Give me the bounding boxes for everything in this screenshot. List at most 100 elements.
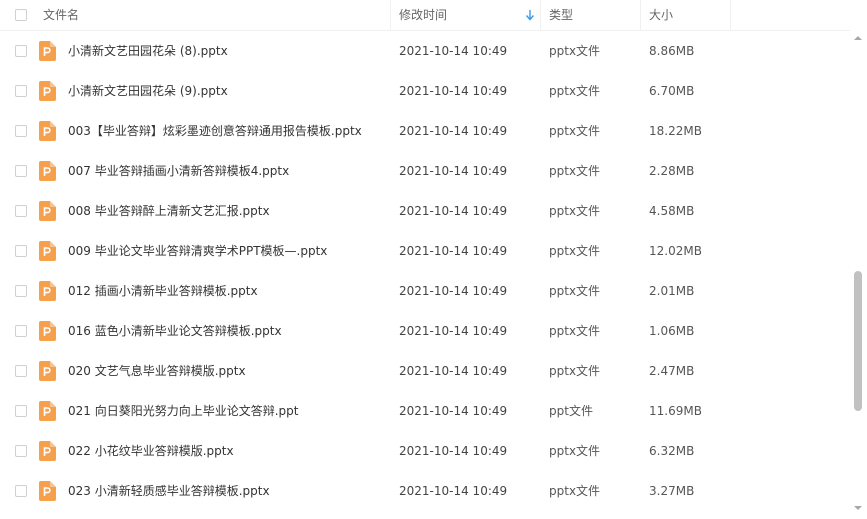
file-modified-date: 2021-10-14 10:49 <box>399 244 508 258</box>
file-name[interactable]: 小清新文艺田园花朵 (9).pptx <box>68 71 228 111</box>
row-checkbox[interactable] <box>15 365 27 377</box>
file-size: 18.22MB <box>649 124 702 138</box>
table-header: 文件名 修改时间 类型 大小 <box>0 0 850 31</box>
column-header-modified[interactable]: 修改时间 <box>399 0 447 30</box>
column-divider[interactable] <box>640 0 641 30</box>
presentation-file-icon <box>39 401 56 421</box>
file-modified-date: 2021-10-14 10:49 <box>399 44 508 58</box>
file-type: pptx文件 <box>549 484 601 498</box>
table-row[interactable]: 012 插画小清新毕业答辩模板.pptx 2021-10-14 10:49 pp… <box>0 271 850 311</box>
file-name[interactable]: 022 小花纹毕业答辩模版.pptx <box>68 431 234 471</box>
file-type: pptx文件 <box>549 124 601 138</box>
file-size: 12.02MB <box>649 244 702 258</box>
file-size: 8.86MB <box>649 44 695 58</box>
row-checkbox[interactable] <box>15 85 27 97</box>
file-modified-date: 2021-10-14 10:49 <box>399 164 508 178</box>
presentation-file-icon <box>39 321 56 341</box>
file-modified-date: 2021-10-14 10:49 <box>399 484 508 498</box>
table-row[interactable]: 020 文艺气息毕业答辩模版.pptx 2021-10-14 10:49 ppt… <box>0 351 850 391</box>
table-row[interactable]: 007 毕业答辩插画小清新答辩模板4.pptx 2021-10-14 10:49… <box>0 151 850 191</box>
file-size: 6.32MB <box>649 444 695 458</box>
file-type: ppt文件 <box>549 404 593 418</box>
row-checkbox[interactable] <box>15 485 27 497</box>
table-row[interactable]: 008 毕业答辩醉上清新文艺汇报.pptx 2021-10-14 10:49 p… <box>0 191 850 231</box>
file-name[interactable]: 小清新文艺田园花朵 (8).pptx <box>68 31 228 71</box>
presentation-file-icon <box>39 241 56 261</box>
row-checkbox[interactable] <box>15 405 27 417</box>
file-rows: 小清新文艺田园花朵 (8).pptx 2021-10-14 10:49 pptx… <box>0 31 850 511</box>
row-checkbox[interactable] <box>15 45 27 57</box>
file-type: pptx文件 <box>549 164 601 178</box>
file-type: pptx文件 <box>549 244 601 258</box>
file-size: 6.70MB <box>649 84 695 98</box>
presentation-file-icon <box>39 201 56 221</box>
column-divider[interactable] <box>390 0 391 30</box>
table-row[interactable]: 003【毕业答辩】炫彩墨迹创意答辩通用报告模板.pptx 2021-10-14 … <box>0 111 850 151</box>
file-size: 2.01MB <box>649 284 695 298</box>
table-row[interactable]: 小清新文艺田园花朵 (8).pptx 2021-10-14 10:49 pptx… <box>0 31 850 71</box>
presentation-file-icon <box>39 481 56 501</box>
presentation-file-icon <box>39 361 56 381</box>
row-checkbox[interactable] <box>15 285 27 297</box>
presentation-file-icon <box>39 161 56 181</box>
file-type: pptx文件 <box>549 444 601 458</box>
file-list-window: 文件名 修改时间 类型 大小 小清新文艺田园花朵 (8).pptx 2021-1… <box>0 0 867 519</box>
table-row[interactable]: 023 小清新轻质感毕业答辩模板.pptx 2021-10-14 10:49 p… <box>0 471 850 511</box>
presentation-file-icon <box>39 441 56 461</box>
file-modified-date: 2021-10-14 10:49 <box>399 284 508 298</box>
file-name[interactable]: 021 向日葵阳光努力向上毕业论文答辩.ppt <box>68 391 298 431</box>
file-name[interactable]: 020 文艺气息毕业答辩模版.pptx <box>68 351 246 391</box>
file-modified-date: 2021-10-14 10:49 <box>399 124 508 138</box>
table-row[interactable]: 022 小花纹毕业答辩模版.pptx 2021-10-14 10:49 pptx… <box>0 431 850 471</box>
file-size: 3.27MB <box>649 484 695 498</box>
row-checkbox[interactable] <box>15 445 27 457</box>
file-modified-date: 2021-10-14 10:49 <box>399 444 508 458</box>
column-header-name[interactable]: 文件名 <box>43 0 79 30</box>
file-type: pptx文件 <box>549 284 601 298</box>
file-modified-date: 2021-10-14 10:49 <box>399 364 508 378</box>
row-checkbox[interactable] <box>15 325 27 337</box>
table-row[interactable]: 小清新文艺田园花朵 (9).pptx 2021-10-14 10:49 pptx… <box>0 71 850 111</box>
file-size: 2.28MB <box>649 164 695 178</box>
scroll-up-arrow-icon[interactable] <box>854 36 862 40</box>
table-row[interactable]: 021 向日葵阳光努力向上毕业论文答辩.ppt 2021-10-14 10:49… <box>0 391 850 431</box>
file-name[interactable]: 009 毕业论文毕业答辩清爽学术PPT模板—.pptx <box>68 231 327 271</box>
presentation-file-icon <box>39 81 56 101</box>
file-type: pptx文件 <box>549 364 601 378</box>
file-name[interactable]: 012 插画小清新毕业答辩模板.pptx <box>68 271 258 311</box>
select-all-checkbox[interactable] <box>15 9 27 21</box>
sort-down-arrow-icon[interactable] <box>525 9 535 21</box>
row-checkbox[interactable] <box>15 245 27 257</box>
file-name[interactable]: 003【毕业答辩】炫彩墨迹创意答辩通用报告模板.pptx <box>68 111 362 151</box>
file-name[interactable]: 008 毕业答辩醉上清新文艺汇报.pptx <box>68 191 270 231</box>
file-modified-date: 2021-10-14 10:49 <box>399 324 508 338</box>
file-modified-date: 2021-10-14 10:49 <box>399 204 508 218</box>
table-row[interactable]: 009 毕业论文毕业答辩清爽学术PPT模板—.pptx 2021-10-14 1… <box>0 231 850 271</box>
file-size: 11.69MB <box>649 404 702 418</box>
row-checkbox[interactable] <box>15 205 27 217</box>
file-size: 4.58MB <box>649 204 695 218</box>
row-checkbox[interactable] <box>15 125 27 137</box>
scrollbar-thumb[interactable] <box>854 271 862 411</box>
scroll-down-arrow-icon[interactable] <box>854 506 862 510</box>
row-checkbox[interactable] <box>15 165 27 177</box>
file-type: pptx文件 <box>549 324 601 338</box>
file-type: pptx文件 <box>549 44 601 58</box>
file-size: 1.06MB <box>649 324 695 338</box>
column-divider[interactable] <box>540 0 541 30</box>
file-type: pptx文件 <box>549 204 601 218</box>
file-modified-date: 2021-10-14 10:49 <box>399 84 508 98</box>
file-name[interactable]: 007 毕业答辩插画小清新答辩模板4.pptx <box>68 151 289 191</box>
presentation-file-icon <box>39 41 56 61</box>
file-name[interactable]: 023 小清新轻质感毕业答辩模板.pptx <box>68 471 270 511</box>
table-row[interactable]: 016 蓝色小清新毕业论文答辩模板.pptx 2021-10-14 10:49 … <box>0 311 850 351</box>
file-type: pptx文件 <box>549 84 601 98</box>
file-modified-date: 2021-10-14 10:49 <box>399 404 508 418</box>
file-size: 2.47MB <box>649 364 695 378</box>
vertical-scrollbar[interactable] <box>852 31 864 519</box>
file-name[interactable]: 016 蓝色小清新毕业论文答辩模板.pptx <box>68 311 282 351</box>
column-header-type[interactable]: 类型 <box>549 0 573 30</box>
presentation-file-icon <box>39 121 56 141</box>
column-divider[interactable] <box>730 0 731 30</box>
column-header-size[interactable]: 大小 <box>649 0 673 30</box>
